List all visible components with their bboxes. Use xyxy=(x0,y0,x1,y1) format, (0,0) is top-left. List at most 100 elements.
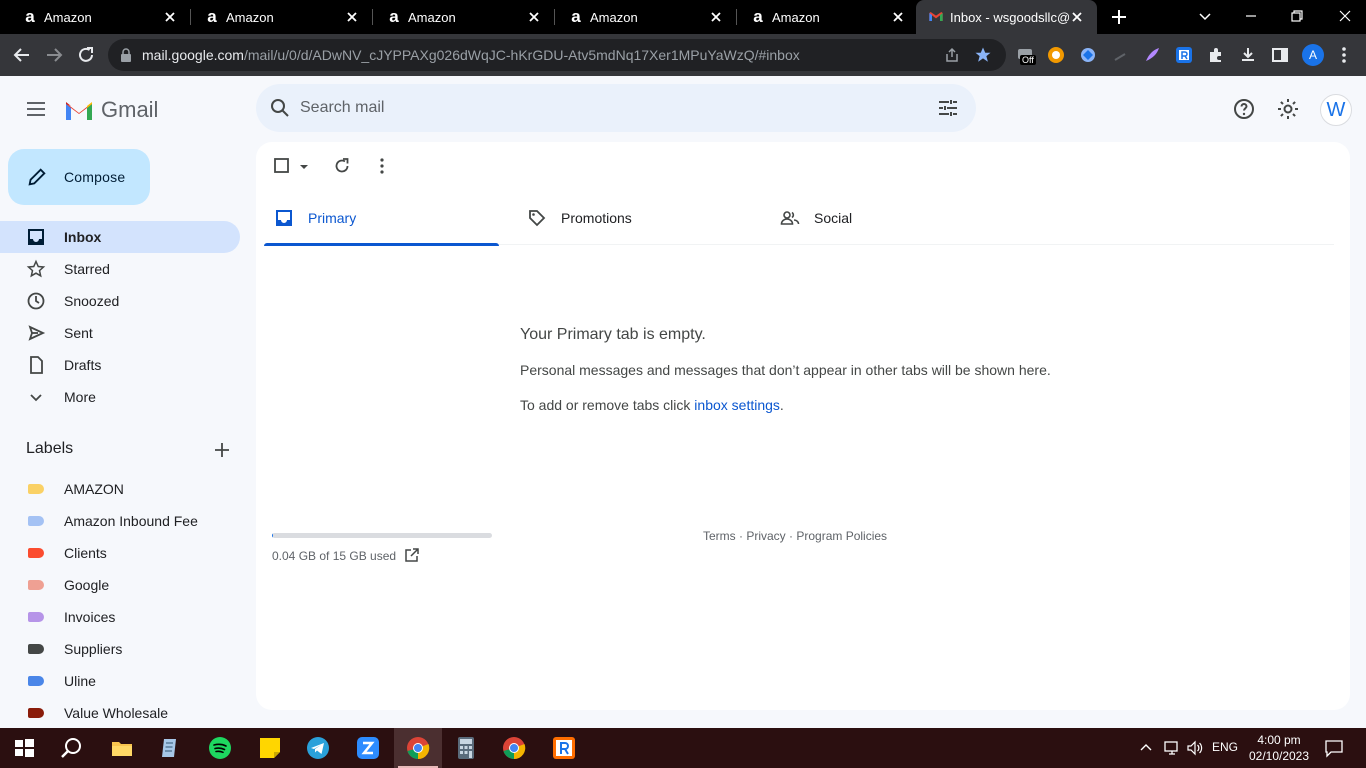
privacy-link[interactable]: Privacy xyxy=(746,529,785,543)
network-icon[interactable] xyxy=(1163,740,1181,756)
restore-icon[interactable] xyxy=(1288,7,1306,25)
new-tab-icon[interactable] xyxy=(1110,8,1128,26)
lock-icon[interactable] xyxy=(120,48,132,62)
sidebar-item-drafts[interactable]: Drafts xyxy=(0,349,240,381)
close-icon[interactable] xyxy=(708,9,724,25)
browser-tab-3[interactable]: a Amazon xyxy=(364,0,554,34)
labels-heading: Labels xyxy=(26,440,234,462)
refresh-icon[interactable] xyxy=(332,156,352,176)
sidebar-nav: Inbox Starred Snoozed Sent Drafts More xyxy=(0,221,240,413)
close-icon[interactable] xyxy=(162,9,178,25)
volume-icon[interactable] xyxy=(1186,740,1204,756)
side-panel-icon[interactable] xyxy=(1271,46,1289,64)
sticky-notes-icon[interactable] xyxy=(258,736,282,760)
chrome-profile-avatar[interactable]: A xyxy=(1302,44,1324,66)
help-icon[interactable] xyxy=(1232,97,1256,121)
reload-icon[interactable] xyxy=(76,45,96,65)
chrome-menu-icon[interactable] xyxy=(1342,46,1346,64)
extensions-puzzle-icon[interactable] xyxy=(1207,46,1225,64)
browser-tab-2[interactable]: a Amazon xyxy=(182,0,372,34)
inbox-settings-link[interactable]: inbox settings xyxy=(694,397,780,413)
program-policies-link[interactable]: Program Policies xyxy=(796,529,887,543)
browser-tab-label: Amazon xyxy=(772,9,820,25)
taskbar-clock[interactable]: 4:00 pm 02/10/2023 xyxy=(1248,732,1310,764)
main-menu-icon[interactable] xyxy=(24,97,48,121)
forward-icon[interactable] xyxy=(44,45,64,65)
extension-r-icon[interactable] xyxy=(1175,46,1193,64)
chrome-alt-icon[interactable] xyxy=(502,736,526,760)
search-icon[interactable] xyxy=(268,96,292,120)
taskbar-search-icon[interactable] xyxy=(60,736,84,760)
extension-blue-icon[interactable] xyxy=(1079,46,1097,64)
close-icon[interactable] xyxy=(344,9,360,25)
show-hidden-icons-chevron[interactable] xyxy=(1140,742,1152,752)
extension-orange-icon[interactable] xyxy=(1047,46,1065,64)
zoom-icon[interactable] xyxy=(356,736,380,760)
download-icon[interactable] xyxy=(1239,46,1257,64)
share-icon[interactable] xyxy=(944,47,960,63)
browser-tab-1[interactable]: a Amazon xyxy=(0,0,190,34)
sidebar-item-sent[interactable]: Sent xyxy=(0,317,240,349)
browser-tab-gmail[interactable]: Inbox - wsgoodsllc@ xyxy=(916,0,1097,34)
account-avatar[interactable]: W xyxy=(1320,94,1352,126)
windows-taskbar: ENG 4:00 pm 02/10/2023 xyxy=(0,728,1366,768)
create-label-plus-icon[interactable] xyxy=(214,442,230,458)
input-language[interactable]: ENG xyxy=(1212,740,1238,754)
notifications-icon[interactable] xyxy=(1324,738,1344,758)
more-options-icon[interactable] xyxy=(372,156,392,176)
minimize-icon[interactable] xyxy=(1242,7,1260,25)
telegram-icon[interactable] xyxy=(306,736,330,760)
notepad-icon[interactable] xyxy=(158,736,182,760)
tab-promotions[interactable]: Promotions xyxy=(517,198,752,245)
label-item-uline[interactable]: Uline xyxy=(0,665,240,697)
close-icon[interactable] xyxy=(526,9,542,25)
sidebar-item-more[interactable]: More xyxy=(0,381,240,413)
label-item-amazon-inbound-fee[interactable]: Amazon Inbound Fee xyxy=(0,505,240,537)
label-item-invoices[interactable]: Invoices xyxy=(0,601,240,633)
compose-button[interactable]: Compose xyxy=(8,149,150,205)
search-bar[interactable] xyxy=(256,84,976,132)
label-tag-icon xyxy=(28,580,44,590)
select-dropdown-icon[interactable] xyxy=(294,156,314,176)
terms-link[interactable]: Terms xyxy=(703,529,736,543)
url-text[interactable]: mail.google.com/mail/u/0/d/ADwNV_cJYPPAX… xyxy=(142,47,800,63)
tab-primary[interactable]: Primary xyxy=(264,198,499,246)
extension-feather-icon[interactable] xyxy=(1143,46,1161,64)
browser-tab-4[interactable]: a Amazon xyxy=(546,0,736,34)
tab-search-chevron-icon[interactable] xyxy=(1196,7,1214,25)
r-app-icon[interactable] xyxy=(552,736,576,760)
label-item-value-wholesale[interactable]: Value Wholesale xyxy=(0,697,240,729)
label-item-google[interactable]: Google xyxy=(0,569,240,601)
select-all-checkbox[interactable] xyxy=(272,156,292,176)
sidebar-item-starred[interactable]: Starred xyxy=(0,253,240,285)
bookmark-star-icon[interactable] xyxy=(974,46,992,64)
spotify-icon[interactable] xyxy=(208,736,232,760)
settings-gear-icon[interactable] xyxy=(1276,97,1300,121)
label-item-clients[interactable]: Clients xyxy=(0,537,240,569)
label-item-suppliers[interactable]: Suppliers xyxy=(0,633,240,665)
label-item-amazon[interactable]: AMAZON xyxy=(0,473,240,505)
window-close-icon[interactable] xyxy=(1336,7,1354,25)
back-icon[interactable] xyxy=(12,45,32,65)
hint-prefix: To add or remove tabs click xyxy=(520,397,695,413)
tab-social[interactable]: Social xyxy=(770,198,1005,245)
windows-start-icon[interactable] xyxy=(12,736,36,760)
gmail-favicon-icon xyxy=(929,12,943,21)
search-input[interactable] xyxy=(300,94,900,122)
close-icon[interactable] xyxy=(890,9,906,25)
open-in-new-icon[interactable] xyxy=(404,547,420,563)
file-explorer-icon[interactable] xyxy=(110,736,134,760)
close-icon[interactable] xyxy=(1069,9,1085,25)
calculator-icon[interactable] xyxy=(454,736,478,760)
browser-tab-5[interactable]: a Amazon xyxy=(728,0,918,34)
taskbar-chrome-running[interactable] xyxy=(394,728,442,768)
extension-off-icon[interactable]: Off xyxy=(1016,46,1036,65)
empty-state-hint: To add or remove tabs click inbox settin… xyxy=(520,397,784,413)
gmail-logo[interactable]: Gmail xyxy=(64,97,158,123)
sidebar-item-snoozed[interactable]: Snoozed xyxy=(0,285,240,317)
address-bar[interactable]: mail.google.com/mail/u/0/d/ADwNV_cJYPPAX… xyxy=(108,39,1006,71)
search-options-icon[interactable] xyxy=(936,96,960,120)
sidebar-item-inbox[interactable]: Inbox xyxy=(0,221,240,253)
extension-arrow-icon[interactable] xyxy=(1111,46,1129,64)
label-name: Clients xyxy=(64,545,107,561)
